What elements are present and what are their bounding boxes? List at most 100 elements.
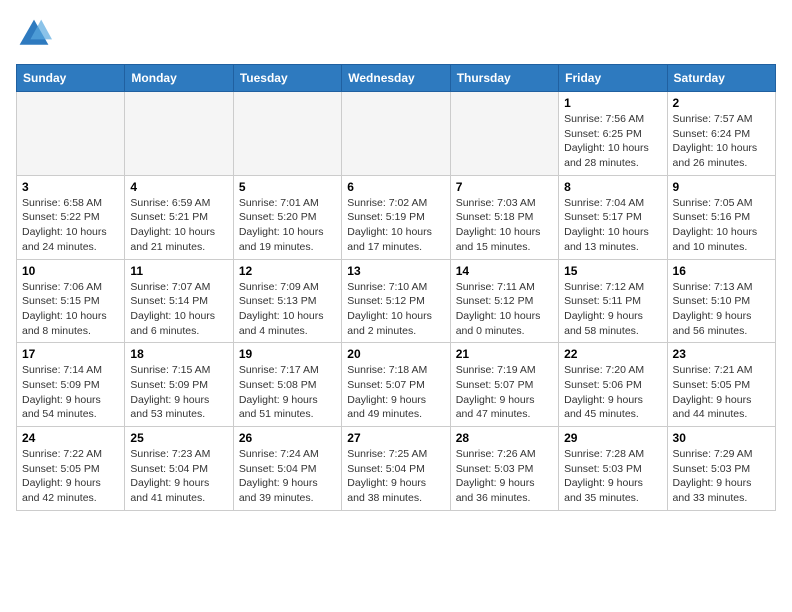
calendar-day-cell: 23 Sunrise: 7:21 AM Sunset: 5:05 PM Dayli… bbox=[667, 343, 775, 427]
calendar-day-cell: 10 Sunrise: 7:06 AM Sunset: 5:15 PM Dayli… bbox=[17, 259, 125, 343]
weekday-header: Saturday bbox=[667, 65, 775, 92]
day-number: 19 bbox=[239, 347, 336, 361]
day-info: Sunrise: 7:20 AM Sunset: 5:06 PM Dayligh… bbox=[564, 363, 661, 422]
day-number: 30 bbox=[673, 431, 770, 445]
day-info: Sunrise: 7:06 AM Sunset: 5:15 PM Dayligh… bbox=[22, 280, 119, 339]
calendar-day-cell: 1 Sunrise: 7:56 AM Sunset: 6:25 PM Daylig… bbox=[559, 92, 667, 176]
calendar-day-cell: 25Sunrise: 7:23 AM Sunset: 5:04 PM Dayli… bbox=[125, 427, 233, 511]
day-info: Sunrise: 7:25 AM Sunset: 5:04 PM Dayligh… bbox=[347, 447, 444, 506]
day-number: 16 bbox=[673, 264, 770, 278]
day-number: 9 bbox=[673, 180, 770, 194]
day-number: 22 bbox=[564, 347, 661, 361]
day-info: Sunrise: 7:03 AM Sunset: 5:18 PM Dayligh… bbox=[456, 196, 553, 255]
day-info: Sunrise: 7:22 AM Sunset: 5:05 PM Dayligh… bbox=[22, 447, 119, 506]
day-number: 24 bbox=[22, 431, 119, 445]
calendar-day-cell: 4 Sunrise: 6:59 AM Sunset: 5:21 PM Daylig… bbox=[125, 175, 233, 259]
day-info: Sunrise: 7:13 AM Sunset: 5:10 PM Dayligh… bbox=[673, 280, 770, 339]
weekday-header: Tuesday bbox=[233, 65, 341, 92]
calendar-day-cell: 8Sunrise: 7:04 AM Sunset: 5:17 PM Daylig… bbox=[559, 175, 667, 259]
day-number: 2 bbox=[673, 96, 770, 110]
day-number: 21 bbox=[456, 347, 553, 361]
calendar-day-cell: 17 Sunrise: 7:14 AM Sunset: 5:09 PM Dayli… bbox=[17, 343, 125, 427]
day-number: 17 bbox=[22, 347, 119, 361]
day-info: Sunrise: 7:11 AM Sunset: 5:12 PM Dayligh… bbox=[456, 280, 553, 339]
day-number: 25 bbox=[130, 431, 227, 445]
calendar-day-cell: 18Sunrise: 7:15 AM Sunset: 5:09 PM Dayli… bbox=[125, 343, 233, 427]
day-info: Sunrise: 7:28 AM Sunset: 5:03 PM Dayligh… bbox=[564, 447, 661, 506]
calendar-day-cell: 7 Sunrise: 7:03 AM Sunset: 5:18 PM Daylig… bbox=[450, 175, 558, 259]
day-number: 11 bbox=[130, 264, 227, 278]
calendar-day-cell: 29 Sunrise: 7:28 AM Sunset: 5:03 PM Dayli… bbox=[559, 427, 667, 511]
day-number: 20 bbox=[347, 347, 444, 361]
calendar-day-cell: 19 Sunrise: 7:17 AM Sunset: 5:08 PM Dayli… bbox=[233, 343, 341, 427]
day-number: 28 bbox=[456, 431, 553, 445]
calendar-day-cell: 5Sunrise: 7:01 AM Sunset: 5:20 PM Daylig… bbox=[233, 175, 341, 259]
weekday-header: Wednesday bbox=[342, 65, 450, 92]
calendar-day-cell: 14 Sunrise: 7:11 AM Sunset: 5:12 PM Dayli… bbox=[450, 259, 558, 343]
calendar-day-cell: 27 Sunrise: 7:25 AM Sunset: 5:04 PM Dayli… bbox=[342, 427, 450, 511]
day-number: 5 bbox=[239, 180, 336, 194]
day-number: 29 bbox=[564, 431, 661, 445]
day-info: Sunrise: 7:18 AM Sunset: 5:07 PM Dayligh… bbox=[347, 363, 444, 422]
calendar-day-cell: 2 Sunrise: 7:57 AM Sunset: 6:24 PM Daylig… bbox=[667, 92, 775, 176]
day-info: Sunrise: 7:56 AM Sunset: 6:25 PM Dayligh… bbox=[564, 112, 661, 171]
calendar-header-row: SundayMondayTuesdayWednesdayThursdayFrid… bbox=[17, 65, 776, 92]
calendar-day-cell: 22 Sunrise: 7:20 AM Sunset: 5:06 PM Dayli… bbox=[559, 343, 667, 427]
day-info: Sunrise: 7:19 AM Sunset: 5:07 PM Dayligh… bbox=[456, 363, 553, 422]
calendar-day-cell: 9 Sunrise: 7:05 AM Sunset: 5:16 PM Daylig… bbox=[667, 175, 775, 259]
calendar-week-row: 3Sunrise: 6:58 AM Sunset: 5:22 PM Daylig… bbox=[17, 175, 776, 259]
day-info: Sunrise: 7:10 AM Sunset: 5:12 PM Dayligh… bbox=[347, 280, 444, 339]
calendar-week-row: 24 Sunrise: 7:22 AM Sunset: 5:05 PM Dayli… bbox=[17, 427, 776, 511]
calendar-day-cell: 13 Sunrise: 7:10 AM Sunset: 5:12 PM Dayli… bbox=[342, 259, 450, 343]
page-header bbox=[16, 16, 776, 52]
day-info: Sunrise: 7:09 AM Sunset: 5:13 PM Dayligh… bbox=[239, 280, 336, 339]
day-number: 4 bbox=[130, 180, 227, 194]
day-number: 13 bbox=[347, 264, 444, 278]
calendar-week-row: 17 Sunrise: 7:14 AM Sunset: 5:09 PM Dayli… bbox=[17, 343, 776, 427]
calendar-day-cell: 11 Sunrise: 7:07 AM Sunset: 5:14 PM Dayli… bbox=[125, 259, 233, 343]
day-number: 18 bbox=[130, 347, 227, 361]
day-info: Sunrise: 7:57 AM Sunset: 6:24 PM Dayligh… bbox=[673, 112, 770, 171]
calendar-day-cell: 20 Sunrise: 7:18 AM Sunset: 5:07 PM Dayli… bbox=[342, 343, 450, 427]
calendar-week-row: 1 Sunrise: 7:56 AM Sunset: 6:25 PM Daylig… bbox=[17, 92, 776, 176]
weekday-header: Friday bbox=[559, 65, 667, 92]
day-number: 10 bbox=[22, 264, 119, 278]
weekday-header: Monday bbox=[125, 65, 233, 92]
day-info: Sunrise: 7:14 AM Sunset: 5:09 PM Dayligh… bbox=[22, 363, 119, 422]
calendar-week-row: 10 Sunrise: 7:06 AM Sunset: 5:15 PM Dayli… bbox=[17, 259, 776, 343]
calendar-day-cell bbox=[17, 92, 125, 176]
logo-icon bbox=[16, 16, 52, 52]
calendar-table: SundayMondayTuesdayWednesdayThursdayFrid… bbox=[16, 64, 776, 511]
day-number: 26 bbox=[239, 431, 336, 445]
calendar-day-cell: 16 Sunrise: 7:13 AM Sunset: 5:10 PM Dayli… bbox=[667, 259, 775, 343]
day-number: 8 bbox=[564, 180, 661, 194]
day-info: Sunrise: 7:12 AM Sunset: 5:11 PM Dayligh… bbox=[564, 280, 661, 339]
calendar-day-cell: 6 Sunrise: 7:02 AM Sunset: 5:19 PM Daylig… bbox=[342, 175, 450, 259]
day-number: 3 bbox=[22, 180, 119, 194]
day-number: 7 bbox=[456, 180, 553, 194]
calendar-day-cell bbox=[125, 92, 233, 176]
calendar-day-cell bbox=[342, 92, 450, 176]
day-number: 1 bbox=[564, 96, 661, 110]
day-info: Sunrise: 6:59 AM Sunset: 5:21 PM Dayligh… bbox=[130, 196, 227, 255]
day-number: 12 bbox=[239, 264, 336, 278]
calendar-day-cell: 28 Sunrise: 7:26 AM Sunset: 5:03 PM Dayli… bbox=[450, 427, 558, 511]
day-info: Sunrise: 7:17 AM Sunset: 5:08 PM Dayligh… bbox=[239, 363, 336, 422]
weekday-header: Thursday bbox=[450, 65, 558, 92]
calendar-day-cell: 26 Sunrise: 7:24 AM Sunset: 5:04 PM Dayli… bbox=[233, 427, 341, 511]
day-info: Sunrise: 7:02 AM Sunset: 5:19 PM Dayligh… bbox=[347, 196, 444, 255]
calendar-day-cell: 24 Sunrise: 7:22 AM Sunset: 5:05 PM Dayli… bbox=[17, 427, 125, 511]
day-info: Sunrise: 7:21 AM Sunset: 5:05 PM Dayligh… bbox=[673, 363, 770, 422]
day-number: 14 bbox=[456, 264, 553, 278]
day-number: 23 bbox=[673, 347, 770, 361]
calendar-day-cell bbox=[233, 92, 341, 176]
calendar-day-cell: 3Sunrise: 6:58 AM Sunset: 5:22 PM Daylig… bbox=[17, 175, 125, 259]
day-info: Sunrise: 7:26 AM Sunset: 5:03 PM Dayligh… bbox=[456, 447, 553, 506]
calendar-day-cell bbox=[450, 92, 558, 176]
day-number: 27 bbox=[347, 431, 444, 445]
day-number: 15 bbox=[564, 264, 661, 278]
day-number: 6 bbox=[347, 180, 444, 194]
day-info: Sunrise: 7:05 AM Sunset: 5:16 PM Dayligh… bbox=[673, 196, 770, 255]
day-info: Sunrise: 7:24 AM Sunset: 5:04 PM Dayligh… bbox=[239, 447, 336, 506]
day-info: Sunrise: 7:07 AM Sunset: 5:14 PM Dayligh… bbox=[130, 280, 227, 339]
